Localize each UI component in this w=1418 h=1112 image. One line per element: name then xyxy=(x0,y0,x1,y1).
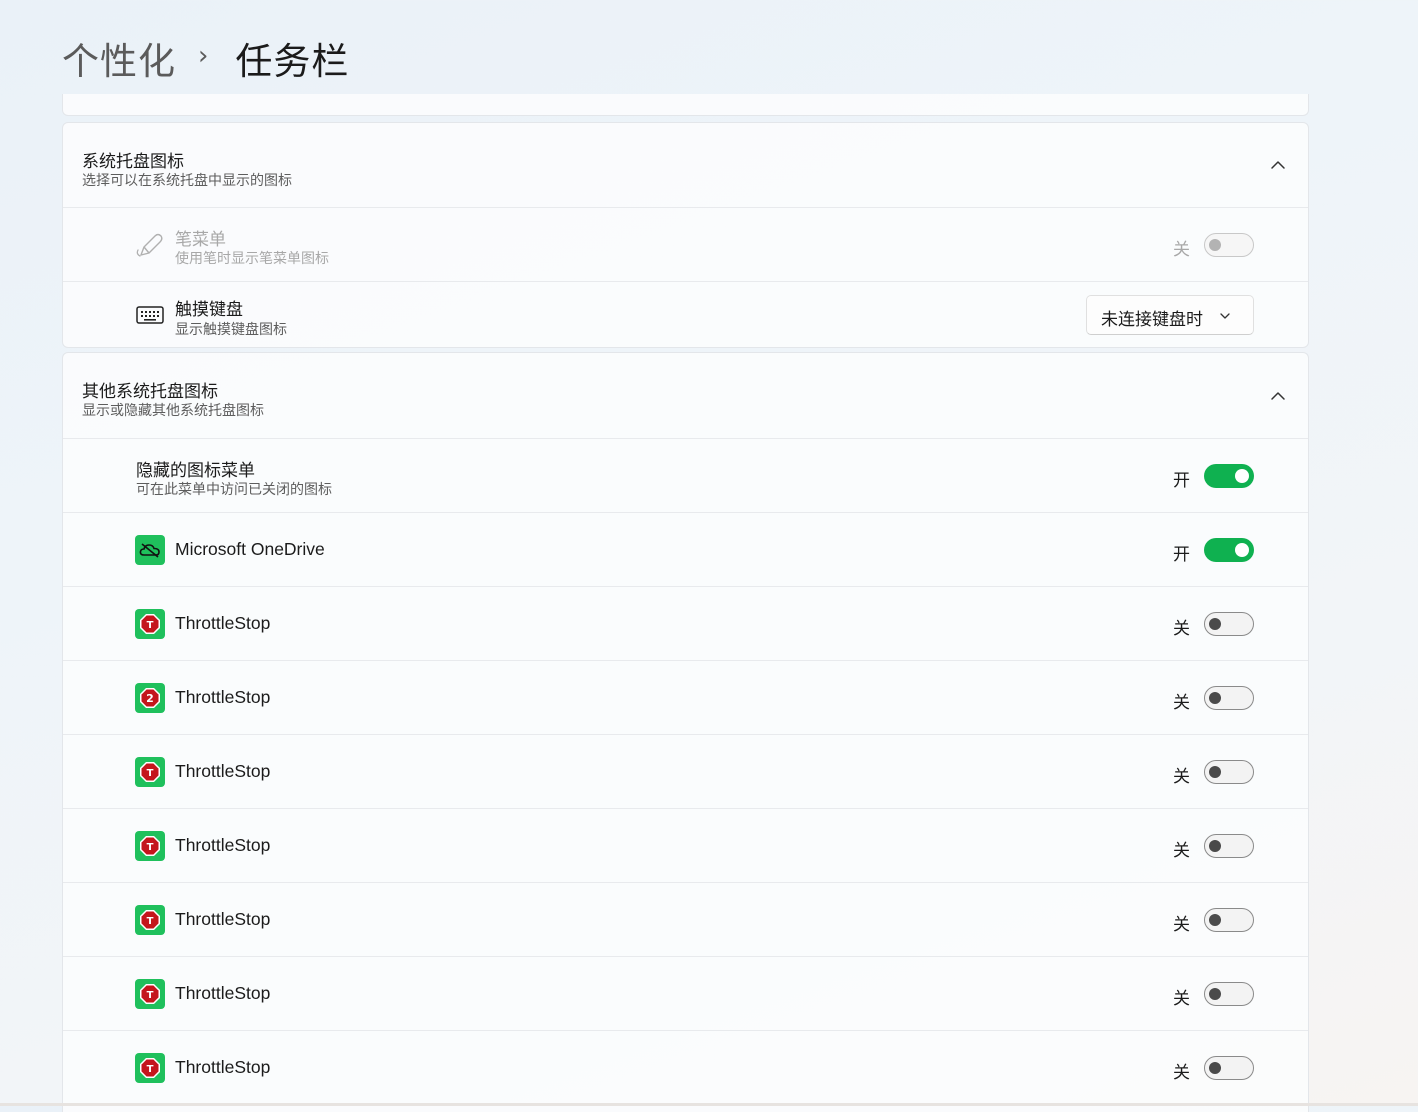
app-toggle[interactable] xyxy=(1204,908,1254,932)
svg-text:T: T xyxy=(147,620,154,631)
app-row: T ThrottleStop 关 xyxy=(63,1030,1308,1104)
app-toggle[interactable] xyxy=(1204,760,1254,784)
throttlestop-icon: T xyxy=(135,609,165,639)
hidden-icon-menu-subtitle: 可在此菜单中访问已关闭的图标 xyxy=(136,482,332,498)
section-subtitle: 显示或隐藏其他系统托盘图标 xyxy=(82,403,264,419)
touch-keyboard-subtitle: 显示触摸键盘图标 xyxy=(175,322,287,338)
system-tray-card: 系统托盘图标 选择可以在系统托盘中显示的图标 笔菜单 使用笔时显示笔菜单图标 关… xyxy=(62,122,1309,348)
throttlestop-icon: T xyxy=(135,905,165,935)
section-subtitle: 选择可以在系统托盘中显示的图标 xyxy=(82,173,292,189)
chevron-down-icon xyxy=(1220,313,1230,319)
onedrive-icon xyxy=(135,535,165,565)
chevron-up-icon[interactable] xyxy=(1270,157,1286,173)
throttlestop-icon: T xyxy=(135,979,165,1009)
app-toggle[interactable] xyxy=(1204,982,1254,1006)
throttlestop-icon: T xyxy=(135,757,165,787)
app-toggle[interactable] xyxy=(1204,834,1254,858)
dropdown-value: 未连接键盘时 xyxy=(1101,310,1203,330)
breadcrumb: 个性化 › 任务栏 xyxy=(62,30,349,86)
toggle-state-label: 开 xyxy=(1173,545,1190,565)
svg-text:2: 2 xyxy=(146,692,154,705)
pen-menu-row: 笔菜单 使用笔时显示笔菜单图标 关 xyxy=(63,207,1308,281)
app-row: Microsoft OneDrive 开 xyxy=(63,512,1308,586)
throttlestop-icon: T xyxy=(135,831,165,861)
throttlestop-icon: T xyxy=(135,1053,165,1083)
app-toggle[interactable] xyxy=(1204,1056,1254,1080)
system-tray-header[interactable]: 系统托盘图标 选择可以在系统托盘中显示的图标 xyxy=(63,123,1308,207)
breadcrumb-parent[interactable]: 个性化 xyxy=(62,31,176,85)
svg-text:T: T xyxy=(147,1064,154,1075)
app-row: 2 ThrottleStop 关 xyxy=(63,660,1308,734)
toggle-state-label: 关 xyxy=(1173,619,1190,639)
toggle-state-label: 关 xyxy=(1173,767,1190,787)
app-name: ThrottleStop xyxy=(175,909,271,929)
app-row: T ThrottleStop 关 xyxy=(63,734,1308,808)
app-name: ThrottleStop xyxy=(175,687,271,707)
touch-keyboard-row: 触摸键盘 显示触摸键盘图标 未连接键盘时 xyxy=(63,281,1308,349)
app-toggle[interactable] xyxy=(1204,612,1254,636)
section-title: 系统托盘图标 xyxy=(82,152,184,172)
previous-card-bottom xyxy=(62,94,1309,116)
breadcrumb-separator: › xyxy=(198,41,210,71)
other-tray-card: 其他系统托盘图标 显示或隐藏其他系统托盘图标 隐藏的图标菜单 可在此菜单中访问已… xyxy=(62,352,1309,1112)
pen-menu-subtitle: 使用笔时显示笔菜单图标 xyxy=(175,251,329,267)
app-row: T ThrottleStop 关 xyxy=(63,882,1308,956)
app-row: T ThrottleStop 关 xyxy=(63,956,1308,1030)
svg-text:T: T xyxy=(147,990,154,1001)
toggle-state-label: 关 xyxy=(1173,693,1190,713)
touch-keyboard-title: 触摸键盘 xyxy=(175,300,243,320)
toggle-state-label: 关 xyxy=(1173,989,1190,1009)
toggle-state-label: 开 xyxy=(1173,471,1190,491)
hidden-icon-menu-row: 隐藏的图标菜单 可在此菜单中访问已关闭的图标 开 xyxy=(63,438,1308,512)
throttlestop-icon: 2 xyxy=(135,683,165,713)
app-name: ThrottleStop xyxy=(175,1057,271,1077)
app-name: ThrottleStop xyxy=(175,761,271,781)
toggle-state-label: 关 xyxy=(1173,915,1190,935)
app-toggle[interactable] xyxy=(1204,686,1254,710)
page-title: 任务栏 xyxy=(235,40,350,83)
svg-text:T: T xyxy=(147,916,154,927)
pen-menu-title: 笔菜单 xyxy=(175,230,226,250)
keyboard-icon xyxy=(136,306,164,324)
other-tray-header[interactable]: 其他系统托盘图标 显示或隐藏其他系统托盘图标 xyxy=(63,353,1308,438)
touch-keyboard-dropdown[interactable]: 未连接键盘时 xyxy=(1086,295,1254,335)
hidden-icon-menu-title: 隐藏的图标菜单 xyxy=(136,461,255,481)
chevron-up-icon[interactable] xyxy=(1270,388,1286,404)
svg-text:T: T xyxy=(147,842,154,853)
toggle-state-label: 关 xyxy=(1173,1063,1190,1083)
app-name: Microsoft OneDrive xyxy=(175,539,325,559)
app-toggle[interactable] xyxy=(1204,538,1254,562)
app-name: ThrottleStop xyxy=(175,983,271,1003)
app-row: T ThrottleStop 关 xyxy=(63,586,1308,660)
pen-menu-toggle xyxy=(1204,233,1254,257)
app-row: T ThrottleStop 关 xyxy=(63,808,1308,882)
hidden-icon-menu-toggle[interactable] xyxy=(1204,464,1254,488)
section-title: 其他系统托盘图标 xyxy=(82,382,218,402)
toggle-state-label: 关 xyxy=(1173,841,1190,861)
toggle-state-label: 关 xyxy=(1173,240,1190,260)
app-name: ThrottleStop xyxy=(175,835,271,855)
svg-text:T: T xyxy=(147,768,154,779)
app-name: ThrottleStop xyxy=(175,613,271,633)
pen-icon xyxy=(136,233,163,257)
